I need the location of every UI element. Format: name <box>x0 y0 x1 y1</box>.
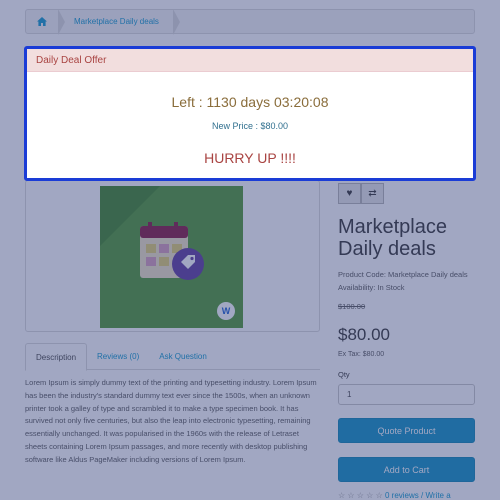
daily-deal-modal: Daily Deal Offer Left : 1130 days 03:20:… <box>24 46 476 181</box>
deal-new-price: New Price : $80.00 <box>211 121 289 131</box>
deal-countdown: Left : 1130 days 03:20:08 <box>171 94 329 110</box>
hurry-up-text: HURRY UP !!!! <box>204 150 296 166</box>
modal-header: Daily Deal Offer <box>27 49 473 72</box>
